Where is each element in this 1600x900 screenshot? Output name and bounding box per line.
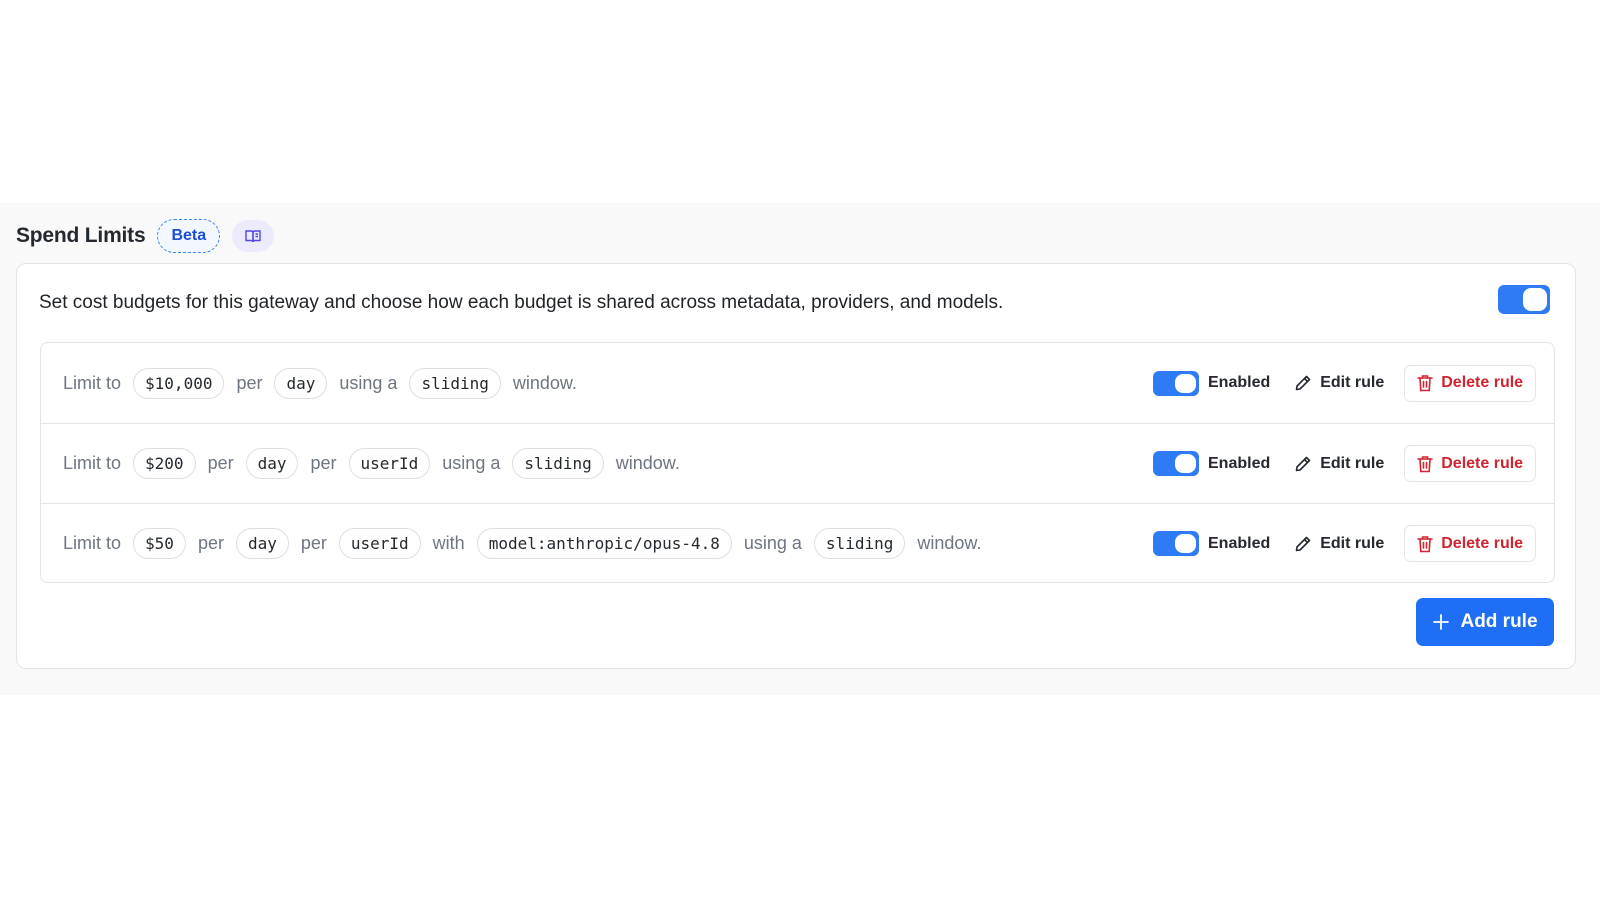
plus-icon bbox=[1433, 614, 1450, 630]
rule-text-fragment: with bbox=[432, 533, 465, 553]
trash-icon bbox=[1417, 375, 1434, 392]
rule-text-fragment: using a bbox=[442, 453, 501, 473]
rule-value-chip: userId bbox=[348, 448, 431, 479]
rule-text-fragment: per bbox=[236, 372, 263, 393]
pencil-icon bbox=[1295, 375, 1311, 391]
rule-text-fragment: per bbox=[197, 533, 224, 553]
rule-value-chip: sliding bbox=[512, 448, 604, 479]
toggle-knob bbox=[1175, 454, 1196, 473]
rule-text-fragment: using a bbox=[339, 372, 398, 393]
rule-row: Limit to $50 per day per userId with model:anth… bbox=[41, 503, 1554, 582]
docs-button[interactable] bbox=[232, 220, 275, 252]
toggle-knob bbox=[1175, 373, 1196, 393]
delete-rule-label: Delete rule bbox=[1441, 534, 1524, 552]
edit-rule-button[interactable]: Edit rule bbox=[1294, 535, 1384, 553]
rule-enabled-label: Enabled bbox=[1208, 534, 1271, 552]
rule-enabled-label: Enabled bbox=[1208, 454, 1271, 472]
rule-value-chip: userId bbox=[338, 528, 421, 559]
edit-rule-label: Edit rule bbox=[1320, 374, 1385, 391]
trash-icon bbox=[1417, 535, 1434, 552]
spend-limits-card: Set cost budgets for this gateway and ch… bbox=[16, 263, 1576, 669]
rule-text-fragment: window. bbox=[615, 453, 680, 473]
rule-value-chip: sliding bbox=[813, 528, 906, 559]
rule-actions: Enabled Edit rule Delete rule bbox=[1153, 445, 1537, 482]
delete-rule-label: Delete rule bbox=[1441, 374, 1524, 391]
rule-value-chip: day bbox=[274, 367, 328, 399]
delete-rule-button[interactable]: Delete rule bbox=[1404, 525, 1537, 562]
pencil-icon bbox=[1295, 536, 1311, 551]
rule-text-fragment: Limit to bbox=[63, 453, 122, 473]
delete-rule-button[interactable]: Delete rule bbox=[1404, 364, 1537, 402]
rule-text-fragment: Limit to bbox=[63, 372, 122, 393]
delete-rule-label: Delete rule bbox=[1441, 454, 1524, 472]
toggle-knob bbox=[1523, 288, 1547, 311]
rule-enabled-toggle[interactable] bbox=[1153, 451, 1199, 476]
rule-value-chip: day bbox=[245, 448, 299, 479]
rule-value-chip: $200 bbox=[133, 448, 196, 479]
rule-actions: Enabled Edit rule Delete rule bbox=[1153, 364, 1537, 402]
rule-enabled-toggle[interactable] bbox=[1153, 370, 1199, 396]
rule-value-chip: $10,000 bbox=[133, 367, 225, 399]
rule-description: Limit to $10,000 per day using a sliding windo… bbox=[63, 367, 583, 399]
rule-text-fragment: window. bbox=[512, 372, 577, 393]
section-header: Spend Limits Beta bbox=[16, 219, 275, 253]
rule-text-fragment: per bbox=[300, 533, 327, 553]
rule-row: Limit to $200 per day per userId using a slidin… bbox=[41, 423, 1554, 503]
rules-list: Limit to $10,000 per day using a sliding windo… bbox=[40, 342, 1555, 583]
edit-rule-label: Edit rule bbox=[1320, 454, 1385, 472]
edit-rule-label: Edit rule bbox=[1320, 534, 1385, 552]
rule-value-chip: model:anthropic/opus-4.8 bbox=[476, 528, 732, 559]
rule-row: Limit to $10,000 per day using a sliding windo… bbox=[41, 343, 1554, 423]
rule-enabled-toggle[interactable] bbox=[1153, 531, 1199, 556]
spend-limits-toggle[interactable] bbox=[1498, 285, 1550, 314]
delete-rule-button[interactable]: Delete rule bbox=[1404, 445, 1537, 482]
edit-rule-button[interactable]: Edit rule bbox=[1294, 374, 1384, 392]
beta-badge: Beta bbox=[157, 219, 221, 253]
rule-value-chip: day bbox=[235, 528, 289, 559]
card-description: Set cost budgets for this gateway and ch… bbox=[39, 292, 1004, 313]
edit-rule-button[interactable]: Edit rule bbox=[1294, 455, 1384, 473]
rule-text-fragment: per bbox=[310, 453, 337, 473]
rule-text-fragment: per bbox=[207, 453, 234, 473]
section-title: Spend Limits bbox=[16, 224, 146, 247]
trash-icon bbox=[1417, 455, 1434, 472]
rule-text-fragment: window. bbox=[917, 533, 982, 553]
rule-value-chip: sliding bbox=[409, 367, 501, 399]
rule-actions: Enabled Edit rule Delete rule bbox=[1153, 525, 1537, 562]
add-rule-label: Add rule bbox=[1460, 611, 1538, 632]
rule-description: Limit to $50 per day per userId with model:anth… bbox=[63, 528, 987, 559]
rule-text-fragment: using a bbox=[743, 533, 802, 553]
book-icon bbox=[245, 230, 261, 243]
rule-enabled-label: Enabled bbox=[1208, 374, 1271, 391]
add-rule-button[interactable]: Add rule bbox=[1416, 598, 1554, 646]
pencil-icon bbox=[1295, 456, 1311, 471]
toggle-knob bbox=[1175, 534, 1196, 553]
rule-value-chip: $50 bbox=[133, 528, 186, 559]
rule-description: Limit to $200 per day per userId using a slidin… bbox=[63, 448, 686, 479]
rule-text-fragment: Limit to bbox=[63, 533, 122, 553]
